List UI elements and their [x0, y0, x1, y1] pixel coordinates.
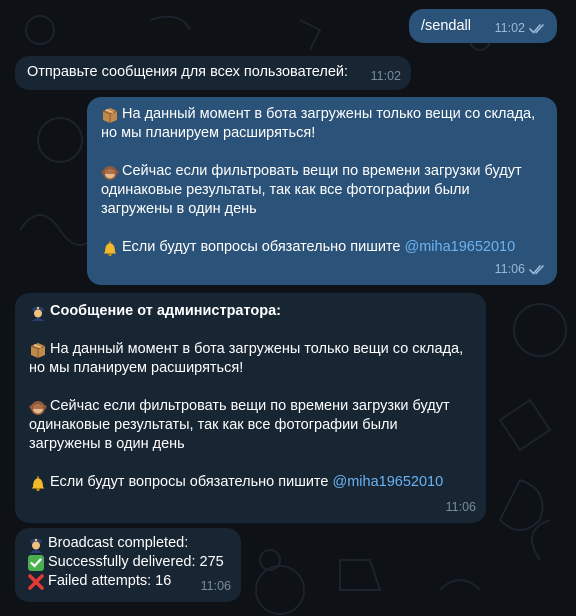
double-check-read-icon — [529, 264, 547, 276]
message-text-line: загружены в один день — [101, 201, 257, 217]
message-text-line: Сейчас если фильтровать вещи по времени … — [50, 398, 450, 414]
message-bubble-incoming[interactable]: Broadcast completed: Successfully delive… — [15, 528, 241, 602]
message-time: 11:06 — [445, 500, 476, 514]
message-bubble-incoming[interactable]: Отправьте сообщения для всех пользовател… — [15, 56, 411, 90]
username-mention-link[interactable]: @miha19652010 — [405, 238, 516, 257]
message-text-line: одинаковые результаты, так как все фотог… — [29, 417, 398, 433]
message-bubble-outgoing[interactable]: /sendall 11:02 — [409, 9, 557, 43]
report-failed: Failed attempts: 16 — [48, 573, 172, 589]
message-text-line: но мы планируем расширяться! — [29, 360, 244, 376]
message-bubble-outgoing[interactable]: На данный момент в бота загружены только… — [87, 97, 557, 285]
message-time: 11:06 — [494, 262, 525, 276]
message-bubble-incoming[interactable]: Сообщение от администратора: На данный м… — [15, 293, 486, 523]
message-text-line: Сейчас если фильтровать вещи по времени … — [122, 163, 522, 179]
message-text-line: загружены в один день — [29, 436, 185, 452]
message-text-line: На данный момент в бота загружены только… — [122, 106, 536, 122]
message-text: /sendall — [421, 18, 471, 34]
bell-emoji — [31, 475, 45, 491]
report-title: Broadcast completed: — [48, 535, 189, 551]
check-mark-button-emoji — [28, 554, 44, 571]
police-officer-emoji — [32, 306, 44, 321]
message-text-line: На данный момент в бота загружены только… — [50, 341, 464, 357]
message-text-line: Если будут вопросы обязательно пишите — [50, 474, 333, 490]
see-no-evil-monkey-emoji — [101, 165, 119, 180]
message-time: 11:02 — [494, 21, 525, 35]
double-check-read-icon — [529, 23, 547, 35]
username-mention-link[interactable]: @miha19652010 — [333, 473, 444, 492]
message-time: 11:06 — [200, 579, 231, 593]
message-time: 11:02 — [370, 69, 401, 83]
message-text-line: одинаковые результаты, так как все фотог… — [101, 182, 470, 198]
message-text: Отправьте сообщения для всех пользовател… — [27, 64, 349, 80]
report-delivered: Successfully delivered: 275 — [48, 554, 224, 570]
cross-mark-emoji — [28, 573, 44, 590]
message-header: Сообщение от администратора: — [50, 303, 282, 319]
message-text-line: но мы планируем расширяться! — [101, 125, 316, 141]
see-no-evil-monkey-emoji — [29, 400, 47, 415]
police-officer-emoji — [30, 538, 42, 553]
package-emoji — [102, 107, 118, 123]
bell-emoji — [103, 240, 117, 256]
package-emoji — [30, 342, 46, 358]
message-text-line: Если будут вопросы обязательно пишите — [122, 239, 405, 255]
